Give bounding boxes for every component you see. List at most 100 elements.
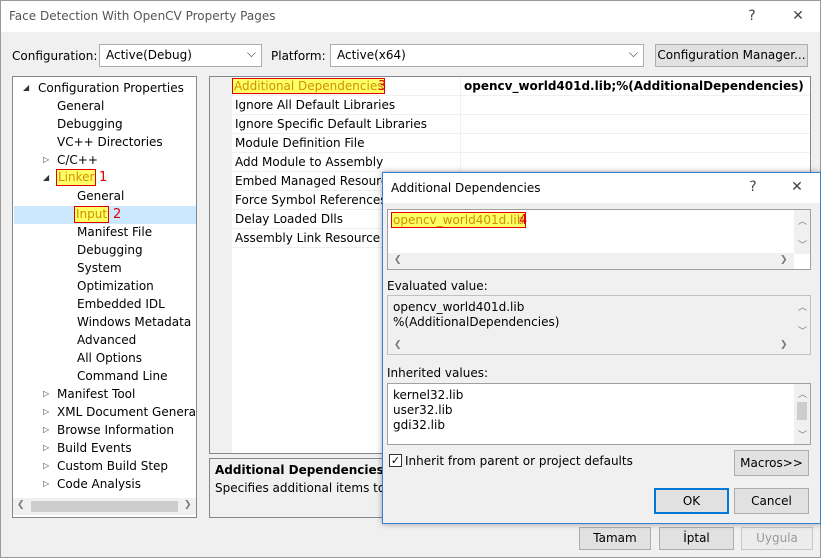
dialog-help-button[interactable]: ? (740, 177, 766, 197)
grid-row[interactable]: Ignore All Default Libraries (210, 96, 810, 115)
evaluated-vertical-scrollbar[interactable]: ︿ ﹀ (794, 296, 810, 340)
tree-item-vc-directories[interactable]: VC++ Directories (57, 133, 163, 151)
edit-horizontal-scrollbar[interactable]: ❮ ❯ (388, 253, 794, 269)
edit-vertical-scrollbar[interactable]: ︿ ﹀ (794, 210, 810, 254)
grid-row[interactable]: Module Definition File (210, 134, 810, 153)
tree-item-system[interactable]: System (77, 259, 122, 277)
inherit-checkbox[interactable]: ✓ (389, 454, 402, 467)
expand-icon[interactable]: ▷ (43, 457, 53, 475)
description-title: Additional Dependencies (215, 463, 384, 477)
scroll-left-icon[interactable]: ❮ (394, 340, 402, 350)
scroll-down-icon[interactable]: ﹀ (798, 324, 807, 337)
inherited-values-box: kernel32.lib user32.lib gdi32.lib ︿ ﹀ (387, 383, 811, 445)
evaluated-horizontal-scrollbar[interactable]: ❮ ❯ (388, 338, 794, 354)
chevron-down-icon: ⌵ (628, 46, 638, 60)
tree-item-linker[interactable]: Linker (56, 169, 97, 186)
marker-4: 4 (519, 213, 528, 228)
tree-item-custom-build-step[interactable]: Custom Build Step (57, 457, 168, 475)
inherited-line: gdi32.lib (393, 418, 445, 432)
tree-item-advanced[interactable]: Advanced (77, 331, 136, 349)
collapse-icon[interactable]: ◢ (23, 79, 33, 97)
grid-row-name: Module Definition File (235, 136, 365, 150)
tree-item-browse-information[interactable]: Browse Information (57, 421, 174, 439)
configuration-combo[interactable]: Active(Debug) ⌵ (99, 44, 262, 67)
chevron-down-icon: ⌵ (246, 46, 256, 60)
tree-item-xml-document-generator[interactable]: XML Document Generator (57, 403, 196, 421)
macros-button[interactable]: Macros>> (734, 450, 809, 476)
marker-3: 3 (378, 79, 387, 94)
property-tree[interactable]: ◢ Configuration Properties General Debug… (12, 76, 197, 518)
dialog-title: Additional Dependencies (391, 181, 541, 195)
window-title: Face Detection With OpenCV Property Page… (9, 9, 276, 23)
tree-item-input[interactable]: Input (74, 206, 110, 223)
scroll-left-icon[interactable]: ❮ (17, 500, 25, 510)
grid-row-name: Ignore Specific Default Libraries (235, 117, 427, 131)
scroll-up-icon[interactable]: ︿ (798, 300, 807, 313)
property-pages-window: Face Detection With OpenCV Property Page… (0, 0, 821, 558)
expand-icon[interactable]: ▷ (43, 475, 53, 493)
help-button[interactable]: ? (739, 6, 765, 26)
title-bar: Face Detection With OpenCV Property Page… (1, 1, 820, 32)
grid-row-name: Assembly Link Resource (235, 231, 381, 245)
scroll-down-icon[interactable]: ﹀ (798, 428, 807, 441)
tree-item-general[interactable]: General (57, 97, 104, 115)
tree-item-linker-general[interactable]: General (77, 187, 124, 205)
scroll-thumb[interactable] (797, 402, 807, 420)
scroll-left-icon[interactable]: ❮ (394, 255, 402, 265)
expand-icon[interactable]: ▷ (43, 403, 53, 421)
tree-item-command-line[interactable]: Command Line (77, 367, 168, 385)
tree-item-debugging[interactable]: Debugging (57, 115, 123, 133)
expand-icon[interactable]: ▷ (43, 151, 53, 169)
close-button[interactable]: ✕ (785, 6, 811, 26)
inherited-values-label: Inherited values: (387, 366, 488, 380)
tree-item-manifest-tool[interactable]: Manifest Tool (57, 385, 135, 403)
expand-icon[interactable]: ▷ (43, 421, 53, 439)
dialog-ok-button[interactable]: OK (654, 488, 729, 514)
collapse-icon[interactable]: ◢ (43, 169, 53, 187)
dependencies-edit-text[interactable]: opencv_world401d.lib (391, 212, 527, 228)
dialog-cancel-button[interactable]: Cancel (734, 488, 809, 514)
configuration-label: Configuration: (12, 49, 98, 63)
tree-item-configuration-properties[interactable]: Configuration Properties (38, 79, 184, 97)
grid-row[interactable]: Ignore Specific Default Libraries (210, 115, 810, 134)
scroll-thumb[interactable] (31, 501, 178, 512)
expand-icon[interactable]: ▷ (43, 385, 53, 403)
footer-cancel-button[interactable]: İptal (659, 527, 734, 550)
dialog-close-button[interactable]: ✕ (784, 177, 810, 197)
tree-item-code-analysis[interactable]: Code Analysis (57, 475, 141, 493)
additional-dependencies-dialog: Additional Dependencies ? ✕ opencv_world… (382, 172, 821, 524)
grid-row[interactable]: Add Module to Assembly (210, 153, 810, 172)
tree-item-c-cpp[interactable]: C/C++ (57, 151, 98, 169)
tree-item-windows-metadata[interactable]: Windows Metadata (77, 313, 191, 331)
tree-item-embedded-idl[interactable]: Embedded IDL (77, 295, 165, 313)
grid-row-name: Force Symbol References (235, 193, 387, 207)
tree-horizontal-scrollbar[interactable]: ❮ ❯ (13, 498, 196, 515)
configuration-manager-button[interactable]: Configuration Manager... (655, 44, 808, 67)
inherited-vertical-scrollbar[interactable]: ︿ ﹀ (794, 384, 810, 444)
configuration-value: Active(Debug) (106, 48, 192, 62)
evaluated-line: opencv_world401d.lib (393, 300, 525, 314)
tree-item-optimization[interactable]: Optimization (77, 277, 154, 295)
grid-row-name: Delay Loaded Dlls (235, 212, 343, 226)
dependencies-edit-box[interactable]: opencv_world401d.lib 4 ︿ ﹀ ❮ ❯ (387, 209, 811, 270)
grid-row-name: Additional Dependencies (232, 78, 386, 94)
grid-row[interactable]: Additional Dependencies 3 opencv_world40… (210, 77, 810, 96)
scroll-up-icon[interactable]: ︿ (798, 214, 807, 227)
tree-item-manifest-file[interactable]: Manifest File (77, 223, 152, 241)
marker-1: 1 (99, 170, 108, 185)
tree-item-linker-debugging[interactable]: Debugging (77, 241, 143, 259)
tree-item-build-events[interactable]: Build Events (57, 439, 132, 457)
grid-row-name: Ignore All Default Libraries (235, 98, 396, 112)
scroll-right-icon[interactable]: ❯ (780, 255, 788, 265)
expand-icon[interactable]: ▷ (43, 439, 53, 457)
scroll-right-icon[interactable]: ❯ (780, 340, 788, 350)
platform-combo[interactable]: Active(x64) ⌵ (330, 44, 644, 67)
footer-ok-button[interactable]: Tamam (579, 527, 651, 550)
inherit-checkbox-label[interactable]: Inherit from parent or project defaults (405, 454, 633, 468)
scroll-right-icon[interactable]: ❯ (184, 500, 192, 510)
scroll-up-icon[interactable]: ︿ (798, 387, 807, 400)
tree-item-all-options[interactable]: All Options (77, 349, 142, 367)
scroll-down-icon[interactable]: ﹀ (798, 238, 807, 251)
evaluated-line: %(AdditionalDependencies) (393, 315, 560, 329)
footer-apply-button[interactable]: Uygula (741, 527, 813, 550)
